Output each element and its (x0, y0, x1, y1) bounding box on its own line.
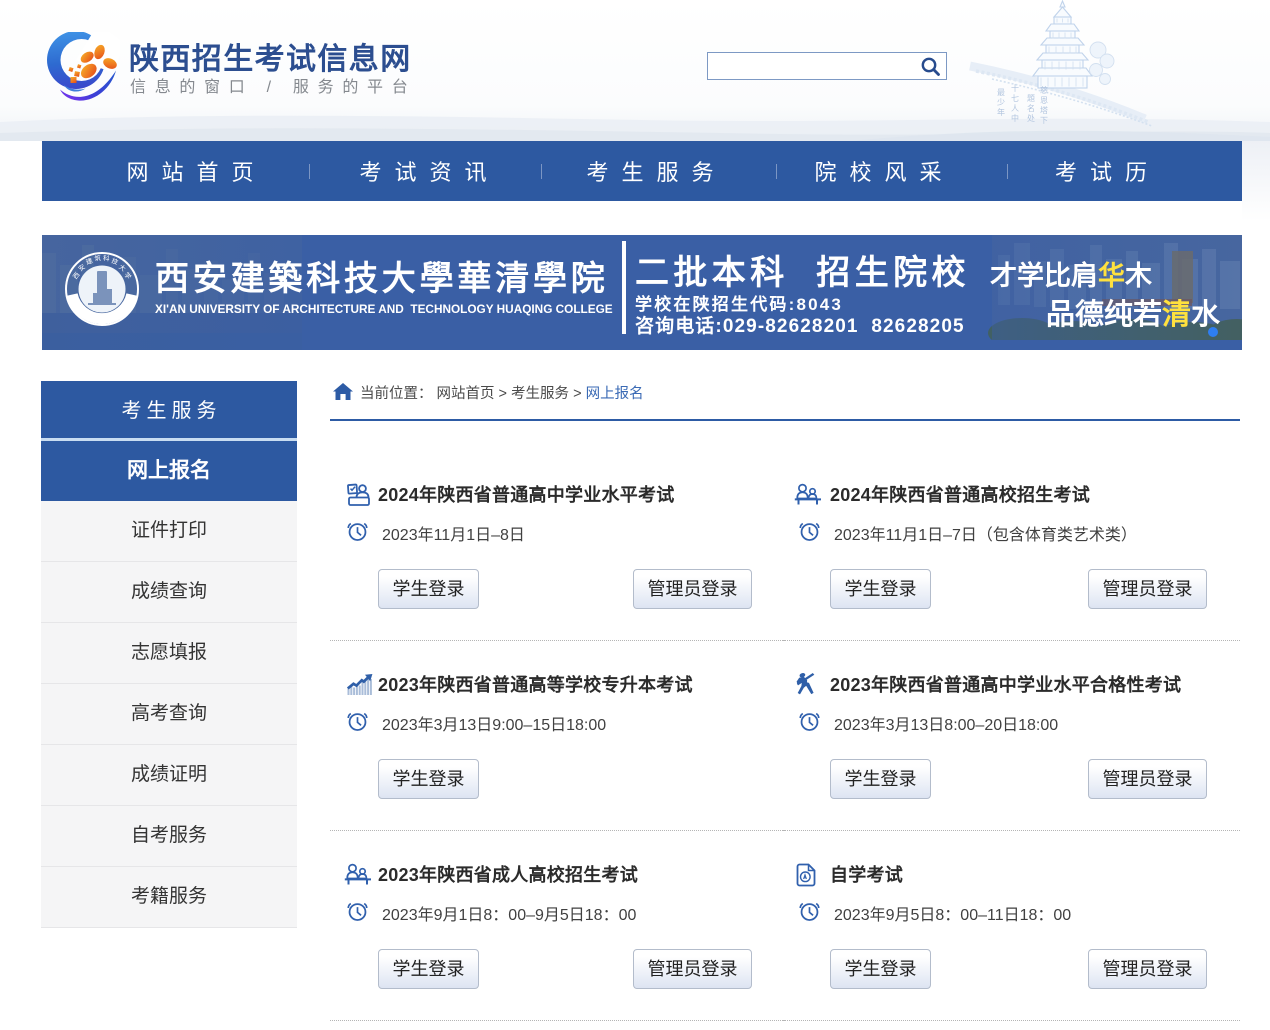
svg-text:学: 学 (122, 270, 133, 281)
svg-text:慈恩塔下: 慈恩塔下 (1040, 85, 1049, 126)
svg-text:最少年: 最少年 (997, 88, 1006, 118)
svg-text:十七人中: 十七人中 (1011, 83, 1020, 124)
svg-text:題名处: 題名处 (1027, 94, 1036, 124)
